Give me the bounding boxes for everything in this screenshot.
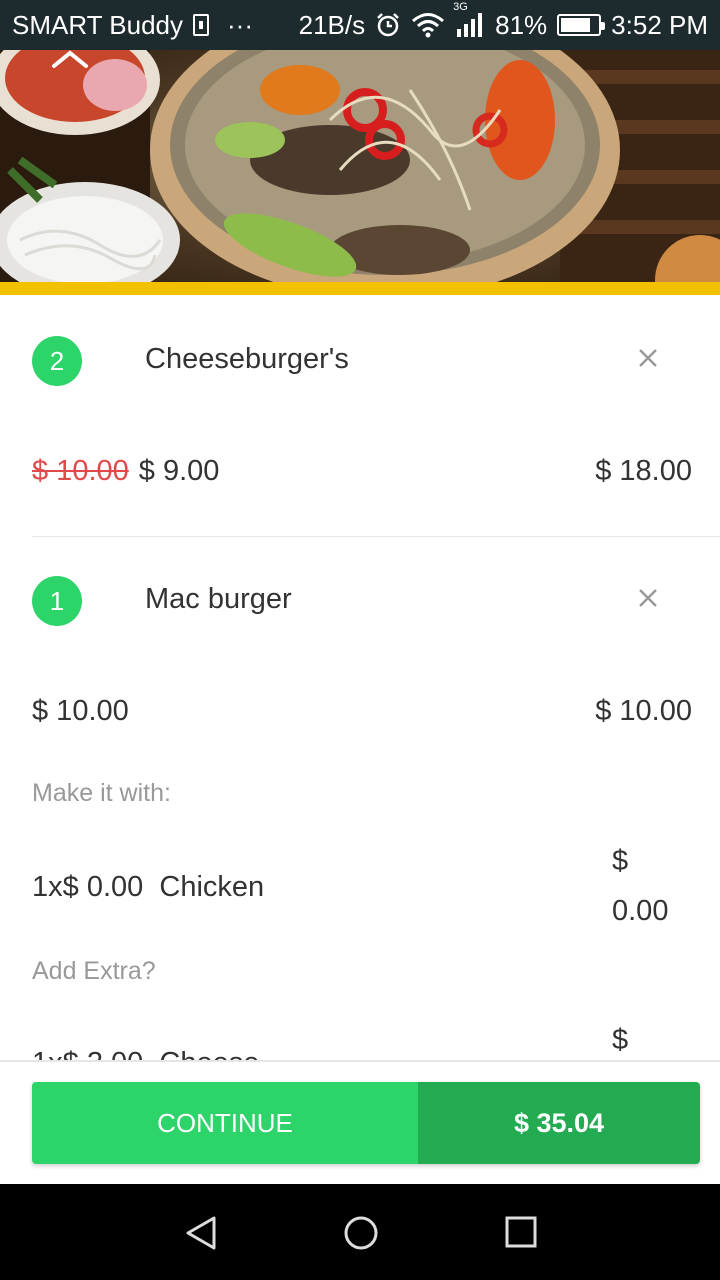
option-price-symbol: $: [612, 845, 629, 877]
checkout-bar: CONTINUE $ 35.04: [32, 1082, 700, 1164]
line-total: $ 18.00: [595, 455, 692, 487]
option-price: $ 0.00: [612, 836, 668, 936]
option-price-value: 0.00: [612, 895, 669, 927]
more-indicator: ···: [227, 9, 253, 40]
system-nav-bar: [0, 1184, 720, 1280]
network-type: 3G: [453, 1, 468, 13]
signal-group: 3G: [453, 1, 485, 37]
sim-icon: [193, 14, 210, 36]
close-icon[interactable]: [634, 584, 662, 612]
price-row: $ 10.00 $ 9.00 $ 18.00: [32, 455, 692, 488]
network-speed: 21B/s: [298, 9, 366, 40]
nav-home-icon[interactable]: [343, 1215, 379, 1251]
quantity-badge[interactable]: 2: [32, 336, 82, 386]
nav-recents-icon[interactable]: [505, 1216, 537, 1248]
cart-list[interactable]: 2 Cheeseburger's $ 10.00 $ 9.00 $ 18.00 1…: [0, 295, 720, 1060]
line-total: $ 10.00: [595, 695, 692, 727]
back-chevron-icon[interactable]: [50, 50, 90, 70]
bottom-divider: [0, 1060, 720, 1062]
extra-row: 1x$ 2.00 Cheese: [32, 1047, 259, 1060]
header-accent-bar: [0, 282, 720, 295]
original-price: $ 10.00: [32, 455, 129, 487]
alarm-icon: [377, 13, 400, 37]
battery-level: [561, 18, 591, 32]
extra-price-symbol: $: [612, 1024, 629, 1056]
close-icon[interactable]: [634, 344, 662, 372]
order-total[interactable]: $ 35.04: [418, 1082, 700, 1164]
item-name: Cheeseburger's: [145, 343, 349, 375]
continue-button[interactable]: CONTINUE: [32, 1082, 418, 1164]
clock: 3:52 PM: [611, 9, 708, 40]
make-it-with-label: Make it with:: [32, 779, 171, 807]
signal-icon: [457, 13, 483, 37]
battery-percent: 81%: [495, 9, 548, 40]
item-name: Mac burger: [145, 583, 292, 615]
unit-price: $ 10.00: [32, 695, 129, 727]
quantity-badge[interactable]: 1: [32, 576, 82, 626]
unit-price: $ 9.00: [138, 455, 220, 487]
item-divider: [32, 536, 720, 537]
status-bar: SMART Buddy ··· 21B/s 3G 81% 3:52 PM: [0, 0, 720, 50]
option-row: 1x$ 0.00 Chicken: [32, 871, 265, 903]
carrier-name: SMART Buddy: [12, 9, 184, 40]
wifi-icon: [412, 13, 445, 38]
extra-price: $: [612, 1015, 628, 1060]
nav-back-icon[interactable]: [184, 1215, 218, 1251]
price-row: $ 10.00 $ 10.00: [32, 695, 692, 728]
add-extra-label: Add Extra?: [32, 957, 156, 985]
battery-icon: [557, 14, 606, 36]
food-illustration: [0, 50, 720, 282]
header-food-image: [0, 50, 720, 282]
